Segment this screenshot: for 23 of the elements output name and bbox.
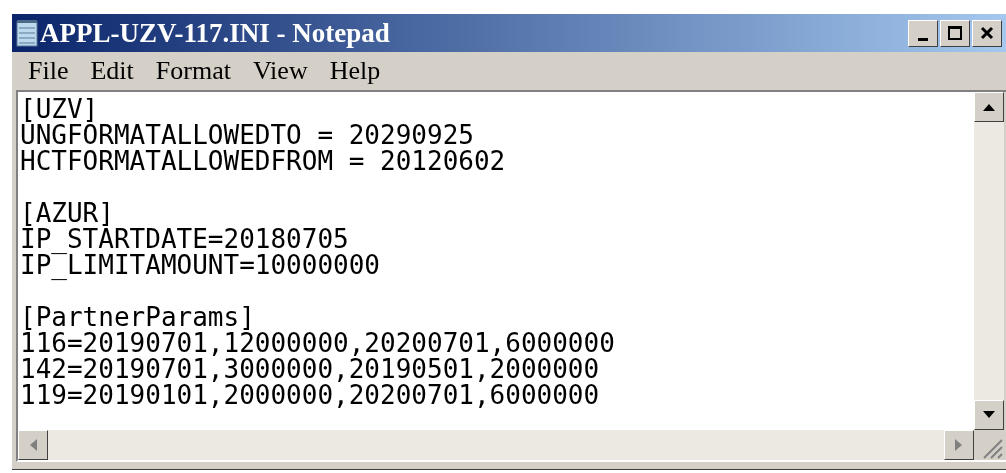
menu-item[interactable]: Help	[329, 58, 381, 84]
resize-grip-icon[interactable]	[974, 430, 1004, 460]
scroll-up-button[interactable]	[974, 92, 1004, 122]
scroll-down-button[interactable]	[974, 400, 1004, 430]
horizontal-scrollbar[interactable]	[18, 430, 974, 460]
minimize-button[interactable]	[908, 19, 938, 47]
window-title: APPL-UZV-117.INI - Notepad	[40, 19, 390, 47]
vertical-scrollbar[interactable]	[974, 92, 1004, 430]
close-icon	[980, 26, 994, 40]
menu-item[interactable]: File	[28, 58, 69, 84]
scroll-right-button[interactable]	[944, 430, 974, 460]
up-arrow-icon	[982, 103, 996, 111]
scroll-left-button[interactable]	[18, 430, 48, 460]
close-button[interactable]	[972, 19, 1002, 47]
text-area[interactable]: [UZV] UNGFORMATALLOWEDTO = 20290925 HCTFORMATALLOWEDFROM = 20120602 [AZUR] IP_STARTDATE=20180705 IP_LIMITAMOUNT=10000000 [PartnerParams] 116=20190701,12000000,20200701,6000000 142=20190701,3000000,20190501,2000000 119=20190101,2000000,20200701,6000000	[18, 92, 974, 430]
menu-item[interactable]: Format	[155, 58, 231, 84]
down-arrow-icon	[982, 411, 996, 419]
maximize-button[interactable]	[940, 19, 970, 47]
left-arrow-icon	[29, 438, 37, 452]
right-arrow-icon	[955, 438, 963, 452]
menu-item[interactable]: Edit	[90, 58, 134, 84]
notepad-icon	[16, 19, 38, 47]
menu-item[interactable]: View	[252, 58, 308, 84]
